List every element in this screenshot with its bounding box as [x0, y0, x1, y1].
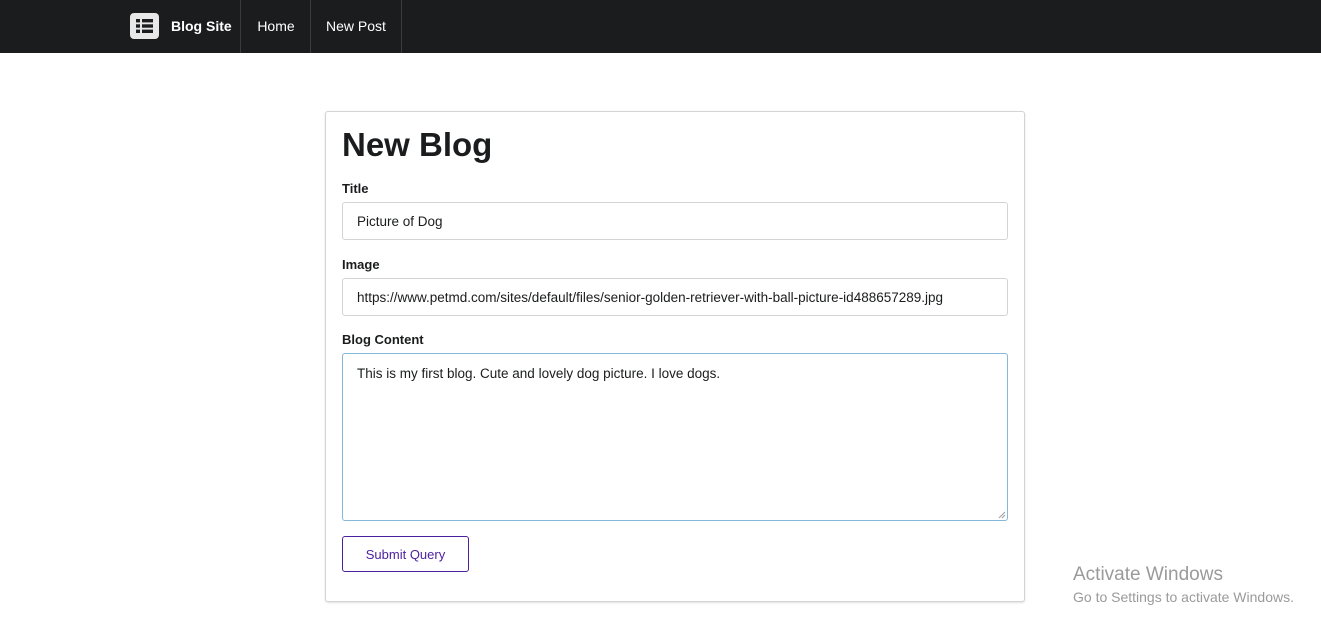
- blog-content-textarea[interactable]: This is my first blog. Cute and lovely d…: [342, 353, 1008, 521]
- blog-content-label: Blog Content: [342, 332, 424, 347]
- title-label: Title: [342, 181, 369, 196]
- list-icon: [130, 13, 159, 39]
- image-label: Image: [342, 257, 380, 272]
- top-navbar: Blog Site Home New Post: [0, 0, 1321, 53]
- nav-new-post-link[interactable]: New Post: [311, 0, 402, 53]
- new-blog-form-card: New Blog Title Image Blog Content This i…: [325, 111, 1025, 602]
- submit-button[interactable]: Submit Query: [342, 536, 469, 572]
- title-input[interactable]: [342, 202, 1008, 240]
- resize-grip-icon[interactable]: [997, 510, 1006, 519]
- page-title: New Blog: [342, 126, 493, 163]
- activate-windows-title: Activate Windows: [1073, 564, 1223, 585]
- nav-home-link[interactable]: Home: [242, 0, 311, 53]
- brand[interactable]: Blog Site: [115, 0, 241, 53]
- activate-windows-subtitle: Go to Settings to activate Windows.: [1073, 589, 1294, 605]
- image-url-input[interactable]: [342, 278, 1008, 316]
- brand-label: Blog Site: [171, 18, 232, 34]
